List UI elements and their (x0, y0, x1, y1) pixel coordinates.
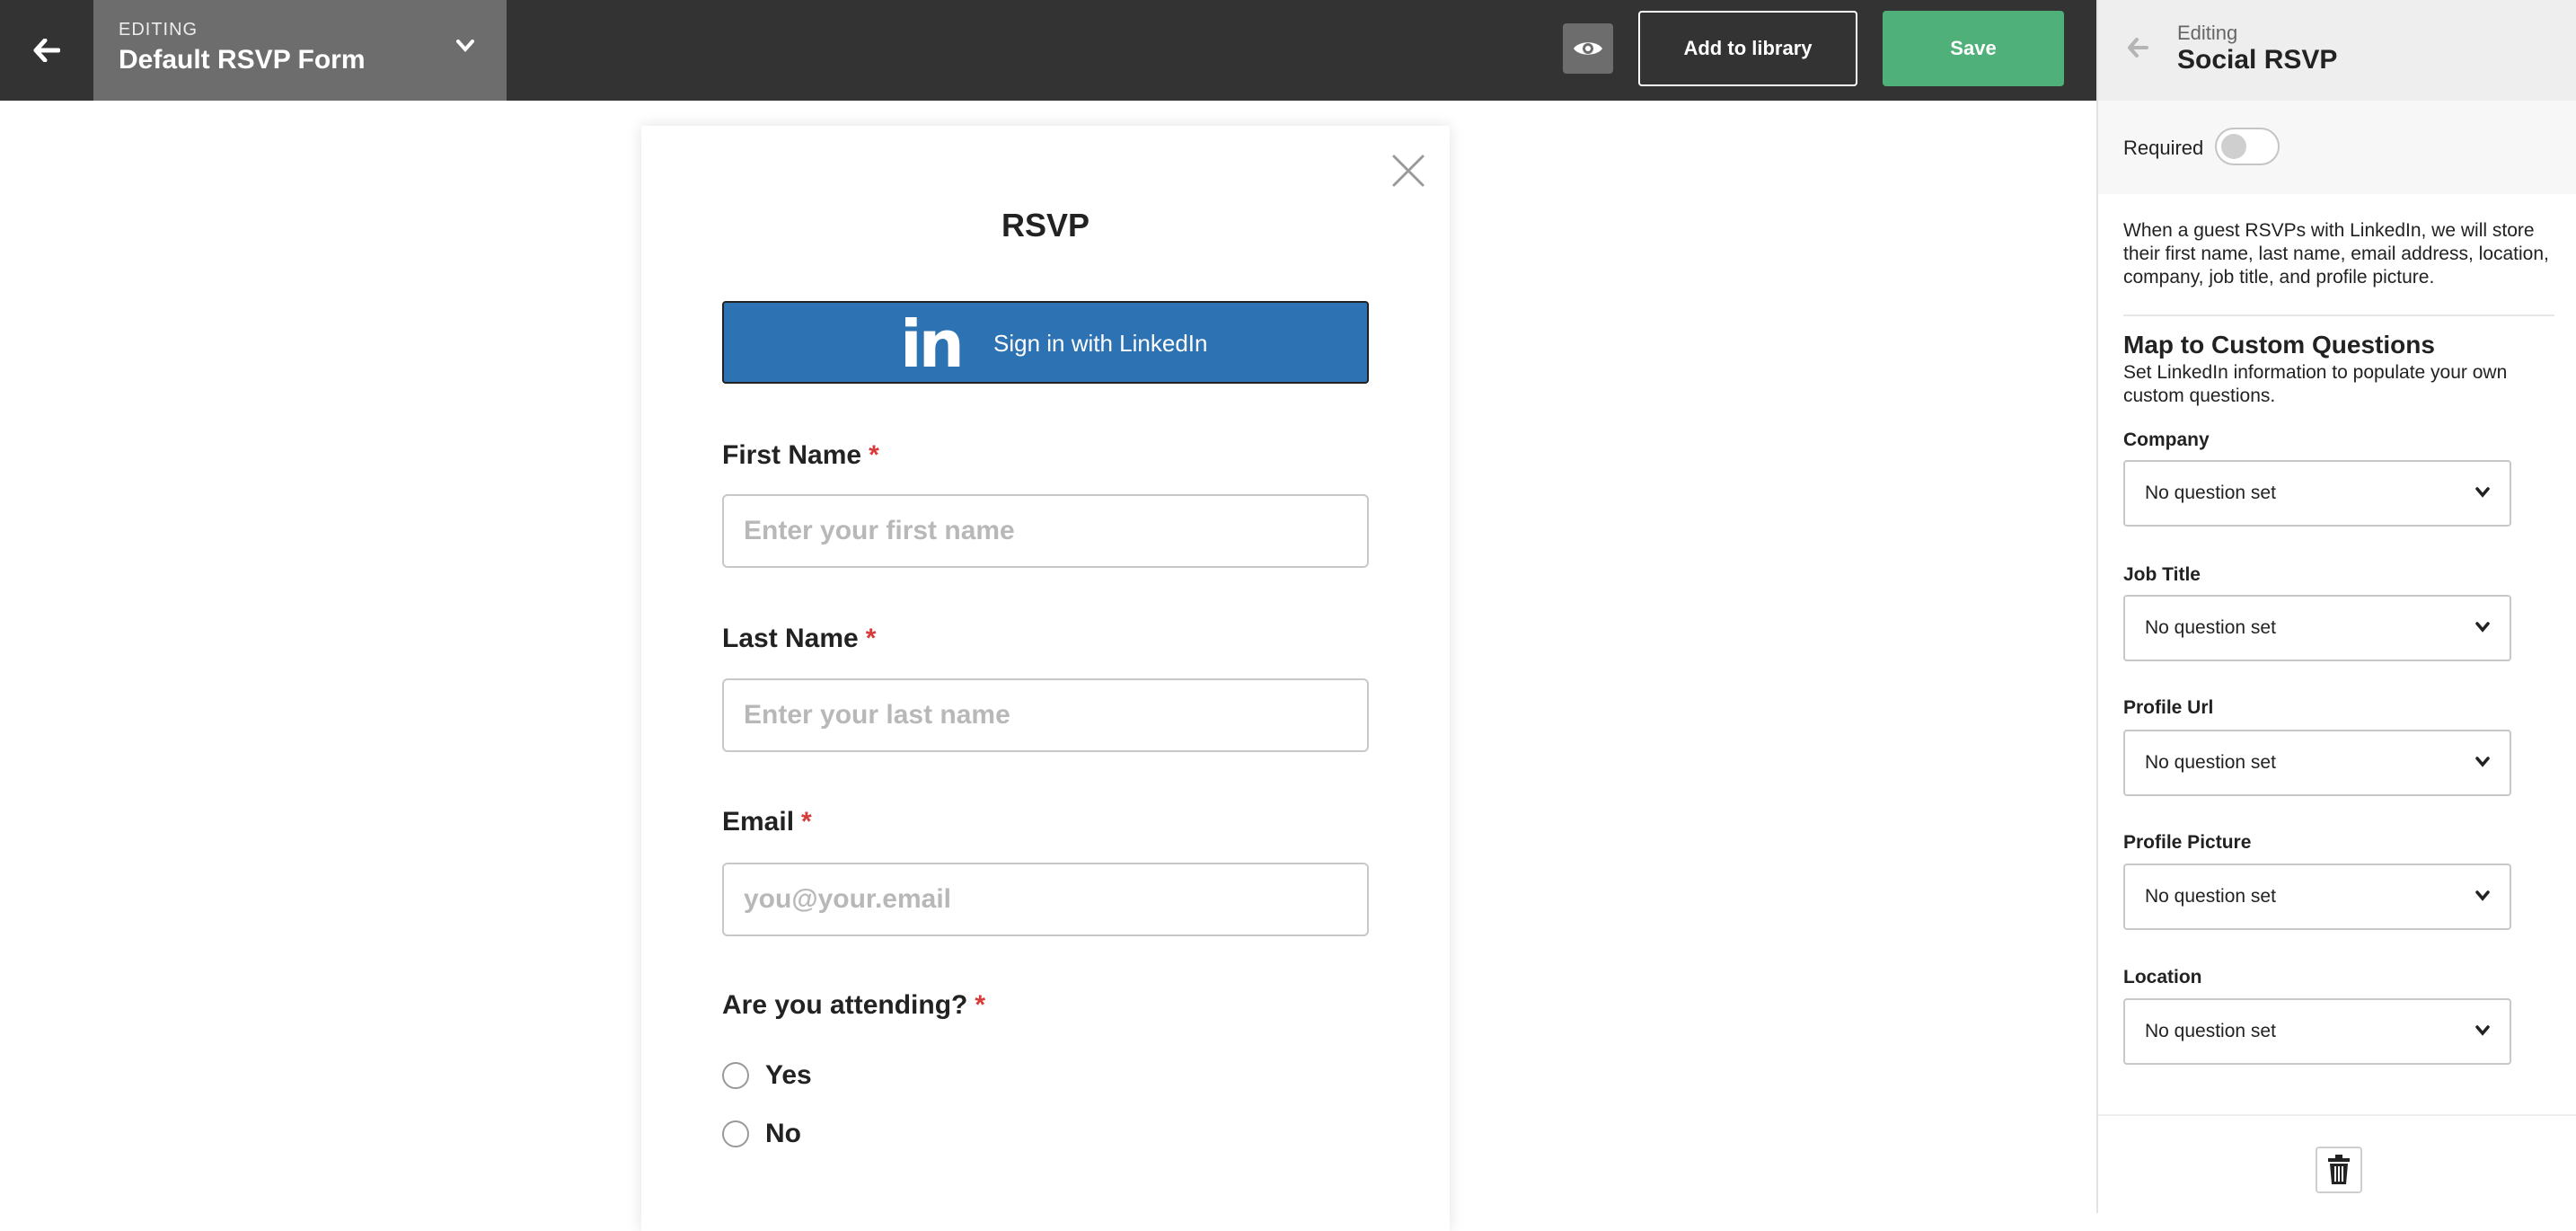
chevron-down-icon (456, 40, 474, 52)
eye-icon (1574, 42, 1602, 55)
linkedin-button-label: Sign in with LinkedIn (993, 330, 1208, 357)
required-marker: * (801, 807, 812, 837)
profile-url-mapping-label: Profile Url (2123, 697, 2214, 718)
panel-header: Editing Social RSVP (2098, 0, 2576, 101)
attending-label: Are you attending? * (722, 990, 986, 1020)
select-value: No question set (2145, 483, 2276, 503)
linkedin-signin-button[interactable]: in Sign in with LinkedIn (722, 301, 1369, 384)
close-icon[interactable] (1389, 151, 1428, 190)
radio-label: Yes (765, 1060, 812, 1090)
radio-button[interactable] (722, 1120, 749, 1147)
email-label: Email * (722, 807, 812, 837)
preview-button[interactable] (1563, 23, 1613, 74)
company-mapping-select[interactable]: No question set (2123, 460, 2511, 527)
back-arrow-icon (33, 39, 60, 62)
first-name-input[interactable] (722, 494, 1369, 568)
profile-picture-mapping-select[interactable]: No question set (2123, 863, 2511, 930)
chevron-down-icon (2475, 622, 2490, 633)
email-input[interactable] (722, 863, 1369, 936)
first-name-label: First Name * (722, 440, 879, 470)
form-selector[interactable]: EDITING Default RSVP Form (93, 0, 507, 101)
editing-kicker: EDITING (119, 20, 198, 40)
panel-title: Social RSVP (2177, 45, 2338, 75)
chevron-down-icon (2475, 757, 2490, 767)
toggle-knob (2221, 134, 2246, 159)
back-arrow-icon[interactable] (2127, 38, 2148, 58)
attending-option-yes[interactable]: Yes (722, 1060, 812, 1091)
job-title-mapping-select[interactable]: No question set (2123, 595, 2511, 661)
required-toggle[interactable] (2215, 128, 2280, 165)
map-section-description: Set LinkedIn information to populate you… (2123, 362, 2508, 406)
last-name-label: Last Name * (722, 624, 877, 653)
back-button[interactable] (0, 0, 93, 101)
job-title-mapping-label: Job Title (2123, 564, 2201, 585)
select-value: No question set (2145, 617, 2276, 638)
form-title: RSVP (1001, 207, 1090, 244)
form-name: Default RSVP Form (119, 45, 366, 75)
company-mapping-label: Company (2123, 430, 2210, 450)
profile-url-mapping-select[interactable]: No question set (2123, 730, 2511, 796)
attending-option-no[interactable]: No (722, 1119, 801, 1149)
required-row: Required (2098, 101, 2576, 194)
profile-picture-mapping-label: Profile Picture (2123, 832, 2252, 853)
map-section-title: Map to Custom Questions (2123, 331, 2435, 359)
add-to-library-button[interactable]: Add to library (1638, 11, 1857, 86)
chevron-down-icon (2475, 1025, 2490, 1036)
location-mapping-select[interactable]: No question set (2123, 998, 2511, 1065)
last-name-input[interactable] (722, 678, 1369, 752)
select-value: No question set (2145, 752, 2276, 773)
select-value: No question set (2145, 886, 2276, 907)
properties-panel: Editing Social RSVP Required When a gues… (2096, 0, 2576, 1213)
linkedin-description: When a guest RSVPs with LinkedIn, we wil… (2123, 220, 2549, 288)
select-value: No question set (2145, 1021, 2276, 1041)
delete-button[interactable] (2316, 1147, 2362, 1193)
trash-icon (2328, 1155, 2350, 1184)
location-mapping-label: Location (2123, 967, 2202, 987)
required-marker: * (975, 990, 986, 1020)
chevron-down-icon (2475, 890, 2490, 901)
required-label: Required (2123, 137, 2204, 159)
required-marker: * (865, 624, 877, 653)
chevron-down-icon (2475, 487, 2490, 498)
panel-kicker: Editing (2177, 22, 2238, 44)
radio-button[interactable] (722, 1062, 749, 1089)
top-bar: EDITING Default RSVP Form Add to library… (0, 0, 2096, 101)
radio-label: No (765, 1119, 801, 1148)
required-marker: * (869, 440, 879, 470)
save-button[interactable]: Save (1883, 11, 2064, 86)
divider (2123, 314, 2554, 316)
linkedin-icon: in (900, 306, 965, 382)
panel-footer (2098, 1114, 2576, 1215)
